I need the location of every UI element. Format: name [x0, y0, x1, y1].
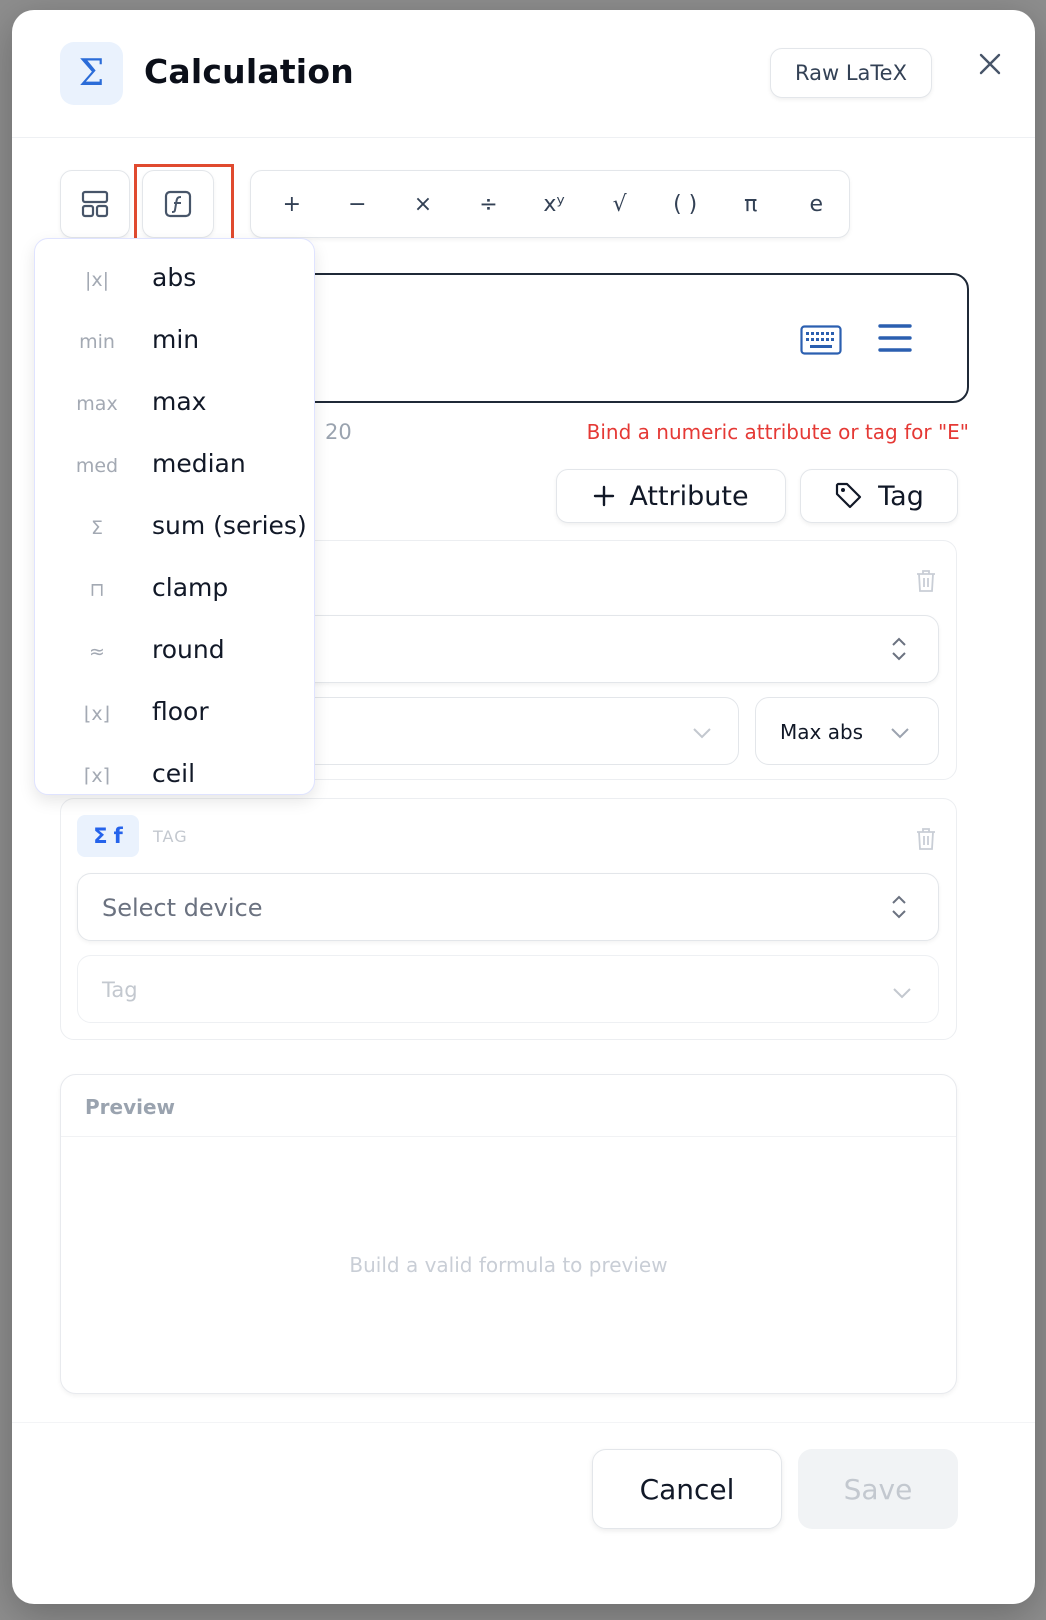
select-device-placeholder: Select device	[102, 894, 263, 922]
function-button[interactable]	[142, 170, 214, 238]
function-menu-label: round	[152, 635, 225, 664]
operator-plus[interactable]: +	[259, 192, 325, 217]
function-menu-item-round[interactable]: ≈ round	[35, 621, 314, 683]
cancel-button[interactable]: Cancel	[592, 1449, 782, 1529]
sigma-icon: Σ	[93, 824, 108, 848]
raw-latex-button[interactable]: Raw LaTeX	[770, 48, 932, 98]
operator-e[interactable]: e	[784, 192, 850, 217]
calculation-dialog: Σ Calculation Raw LaTeX + − × ÷ xʸ √ ( )…	[12, 10, 1035, 1604]
hamburger-icon[interactable]	[878, 323, 912, 357]
plus-icon	[594, 485, 615, 507]
floor-icon: ⌊x⌋	[83, 703, 111, 725]
select-device-dropdown[interactable]: Select device	[77, 873, 939, 941]
add-tag-button[interactable]: Tag	[800, 469, 958, 523]
function-glyph: f	[113, 824, 123, 848]
function-menu-label: max	[152, 387, 207, 416]
trash-icon[interactable]	[915, 827, 937, 855]
function-menu-label: median	[152, 449, 246, 478]
ceil-icon: ⌈x⌉	[83, 765, 111, 787]
function-menu-label: clamp	[152, 573, 229, 602]
function-menu-item-clamp[interactable]: ⊓ clamp	[35, 559, 314, 621]
operator-divide[interactable]: ÷	[456, 192, 522, 217]
trash-icon[interactable]	[915, 569, 937, 597]
function-menu-label: abs	[152, 263, 197, 292]
operator-toolbar: + − × ÷ xʸ √ ( ) π e	[250, 170, 850, 238]
function-menu-item-abs[interactable]: |x| abs	[35, 249, 314, 311]
operator-parentheses[interactable]: ( )	[652, 192, 718, 217]
aggregate-value: Max abs	[780, 720, 864, 744]
variable-type-label: TAG	[153, 827, 188, 846]
median-icon: med	[75, 455, 119, 477]
approx-icon: ≈	[89, 641, 105, 663]
tag-dropdown[interactable]: Tag	[77, 955, 939, 1023]
function-menu-item-median[interactable]: med median	[35, 435, 314, 497]
tag-variable-card: Σ f TAG Select device Tag	[60, 798, 957, 1040]
add-attribute-label: Attribute	[629, 480, 749, 512]
function-menu-item-max[interactable]: max max	[35, 373, 314, 435]
close-icon[interactable]	[970, 44, 1010, 84]
sigma-icon: Σ	[90, 517, 103, 539]
function-menu-label: floor	[152, 697, 209, 726]
preview-title: Preview	[85, 1095, 176, 1119]
tag-icon	[836, 482, 862, 509]
operator-power[interactable]: xʸ	[521, 192, 587, 217]
max-icon: max	[76, 393, 118, 415]
operator-minus[interactable]: −	[325, 192, 391, 217]
dialog-title: Calculation	[144, 52, 354, 91]
preview-panel: Preview Build a valid formula to preview	[60, 1074, 957, 1394]
preview-empty-state: Build a valid formula to preview	[349, 1253, 668, 1277]
updown-chevron-icon	[890, 636, 908, 666]
preview-header: Preview	[61, 1075, 956, 1137]
function-menu-item-min[interactable]: min min	[35, 311, 314, 373]
function-menu-item-sum-series[interactable]: Σ sum (series)	[35, 497, 314, 559]
chevron-down-icon	[890, 724, 910, 743]
function-menu-item-ceil[interactable]: ⌈x⌉ ceil	[35, 745, 314, 794]
add-tag-label: Tag	[878, 480, 924, 512]
function-menu-label: min	[152, 325, 200, 354]
variable-badge: Σ f	[77, 815, 139, 857]
keyboard-icon[interactable]	[800, 325, 842, 359]
dialog-footer: Cancel Save	[12, 1422, 1035, 1604]
dialog-header: Σ Calculation Raw LaTeX	[12, 10, 1035, 138]
layout-icon	[81, 190, 109, 218]
function-menu-label: sum (series)	[152, 511, 307, 540]
aggregate-select[interactable]: Max abs	[755, 697, 939, 765]
function-menu-label: ceil	[152, 759, 196, 788]
operator-pi[interactable]: π	[718, 192, 784, 217]
save-button[interactable]: Save	[798, 1449, 958, 1529]
function-menu-item-floor[interactable]: ⌊x⌋ floor	[35, 683, 314, 745]
clamp-icon: ⊓	[89, 579, 105, 601]
operator-sqrt[interactable]: √	[587, 192, 653, 217]
chevron-down-icon	[892, 984, 912, 1003]
abs-icon: |x|	[84, 269, 110, 291]
formula-input[interactable]	[242, 273, 969, 403]
add-attribute-button[interactable]: Attribute	[556, 469, 786, 523]
function-menu: |x| abs min min max max med median Σ sum…	[34, 238, 315, 795]
tag-placeholder: Tag	[102, 978, 138, 1002]
binding-error: Bind a numeric attribute or tag for "E"	[586, 420, 969, 444]
formula-hint: 20	[325, 420, 352, 444]
function-icon	[164, 190, 192, 218]
chevron-down-icon	[692, 724, 712, 743]
layout-button[interactable]	[60, 170, 130, 238]
updown-chevron-icon	[890, 894, 908, 924]
operator-multiply[interactable]: ×	[390, 192, 456, 217]
sigma-icon: Σ	[60, 42, 123, 105]
min-icon: min	[79, 331, 115, 353]
